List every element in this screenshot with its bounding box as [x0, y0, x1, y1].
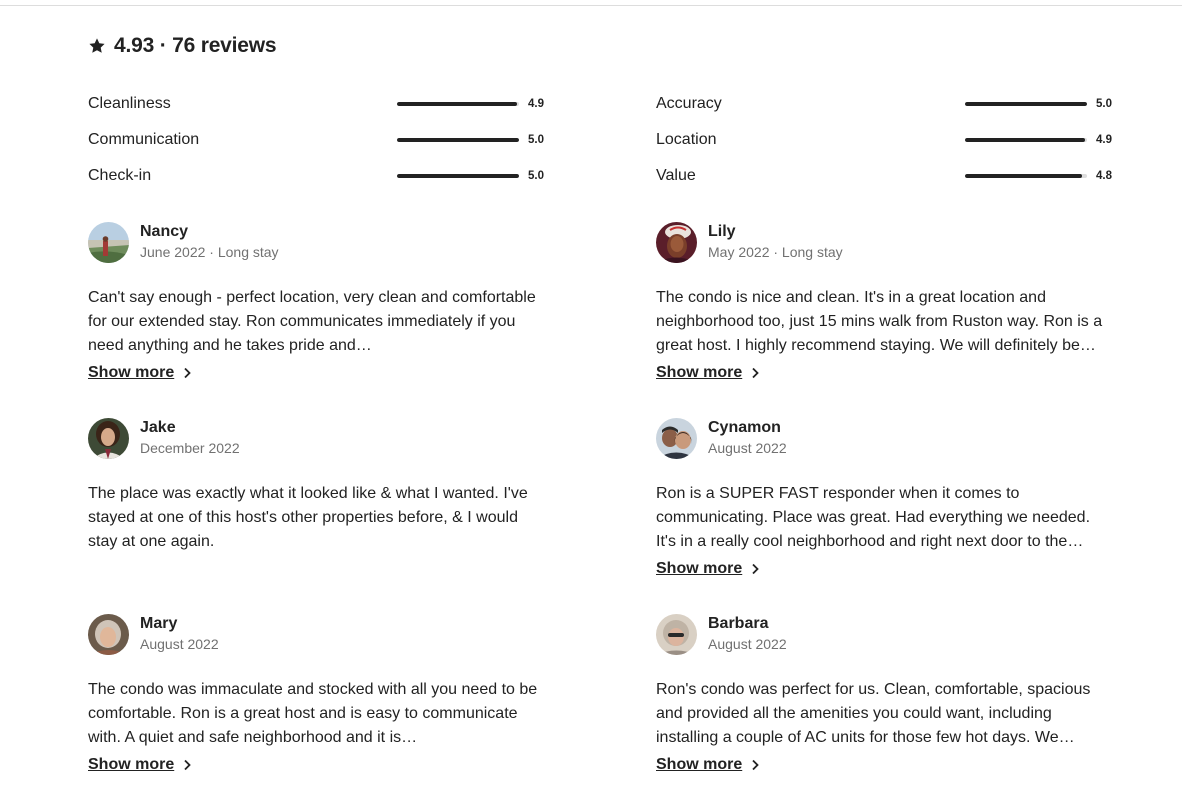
- review-card: Lily May 2022 · Long stay The condo is n…: [656, 220, 1111, 416]
- review-date: August 2022: [708, 440, 787, 456]
- reviewer: Lily May 2022 · Long stay: [656, 220, 1111, 264]
- rating-value: 5.0: [1096, 98, 1112, 110]
- reviewer: Jake December 2022: [88, 416, 543, 460]
- reviewer-name: Mary: [140, 615, 178, 632]
- reviewer-name: Barbara: [708, 615, 769, 632]
- review-text: Ron's condo was perfect for us. Clean, c…: [656, 681, 1091, 746]
- reviews-summary: 4.93 · 76 reviews: [88, 32, 277, 60]
- show-more-label: Show more: [656, 560, 743, 577]
- avatar[interactable]: [88, 221, 129, 263]
- rating-bar-fill: [397, 138, 519, 142]
- rating-cleanliness: Cleanliness 4.9: [88, 86, 546, 122]
- rating-bar: [397, 174, 519, 178]
- chevron-right-icon: [184, 367, 192, 379]
- review-date: May 2022 · Long stay: [708, 244, 843, 260]
- avatar[interactable]: [656, 417, 697, 459]
- rating-label: Check-in: [88, 167, 152, 184]
- rating-label: Cleanliness: [88, 95, 171, 112]
- review-date: June 2022 · Long stay: [140, 244, 279, 260]
- review-list: Nancy June 2022 · Long stay Can't say en…: [88, 220, 1118, 801]
- show-more-label: Show more: [656, 364, 743, 381]
- show-more-button[interactable]: Show more: [88, 756, 192, 774]
- rating-accuracy: Accuracy 5.0: [656, 86, 1114, 122]
- review-card: Mary August 2022 The condo was immaculat…: [88, 612, 543, 801]
- show-more-button[interactable]: Show more: [656, 364, 760, 382]
- review-text: The condo is nice and clean. It's in a g…: [656, 289, 1103, 354]
- review-card: Jake December 2022 The place was exactly…: [88, 416, 543, 612]
- review-text: Ron is a SUPER FAST responder when it co…: [656, 485, 1091, 550]
- chevron-right-icon: [752, 759, 760, 771]
- show-more-label: Show more: [656, 756, 743, 773]
- top-divider: [0, 5, 1182, 6]
- chevron-right-icon: [752, 367, 760, 379]
- show-more-button[interactable]: Show more: [656, 756, 760, 774]
- avatar[interactable]: [88, 613, 129, 655]
- review-card: Cynamon August 2022 Ron is a SUPER FAST …: [656, 416, 1111, 612]
- review-date: August 2022: [708, 636, 787, 652]
- rating-bar-fill: [965, 174, 1083, 178]
- star-icon: [89, 38, 105, 53]
- show-more-button[interactable]: Show more: [88, 364, 192, 382]
- rating-bar-fill: [965, 138, 1085, 142]
- rating-value-category: Value 4.8: [656, 158, 1114, 194]
- rating-label: Communication: [88, 131, 200, 148]
- avatar[interactable]: [88, 417, 129, 459]
- rating-value: 5.0: [528, 134, 544, 146]
- rating-value: 4.8: [1096, 170, 1112, 182]
- rating-label: Accuracy: [656, 95, 722, 112]
- reviewer: Barbara August 2022: [656, 612, 1111, 656]
- review-text: Can't say enough - perfect location, ver…: [88, 289, 536, 354]
- reviews-summary-title: 4.93 · 76 reviews: [114, 34, 277, 57]
- show-more-label: Show more: [88, 756, 175, 773]
- avatar[interactable]: [656, 613, 697, 655]
- reviewer-name: Lily: [708, 223, 736, 240]
- review-card: Nancy June 2022 · Long stay Can't say en…: [88, 220, 543, 416]
- reviewer-name: Cynamon: [708, 419, 781, 436]
- reviewer-name: Jake: [140, 419, 176, 436]
- review-text: The place was exactly what it looked lik…: [88, 485, 528, 550]
- rating-label: Location: [656, 131, 717, 148]
- rating-bar: [965, 138, 1087, 142]
- rating-bar-fill: [965, 102, 1087, 106]
- rating-value: 5.0: [528, 170, 544, 182]
- rating-location: Location 4.9: [656, 122, 1114, 158]
- rating-label: Value: [656, 167, 696, 184]
- reviewer: Cynamon August 2022: [656, 416, 1111, 460]
- chevron-right-icon: [184, 759, 192, 771]
- rating-value: 4.9: [1096, 134, 1112, 146]
- reviewer: Mary August 2022: [88, 612, 543, 656]
- rating-communication: Communication 5.0: [88, 122, 546, 158]
- review-text: The condo was immaculate and stocked wit…: [88, 681, 538, 746]
- chevron-right-icon: [752, 563, 760, 575]
- reviewer: Nancy June 2022 · Long stay: [88, 220, 543, 264]
- review-date: August 2022: [140, 636, 219, 652]
- review-card: Barbara August 2022 Ron's condo was perf…: [656, 612, 1111, 801]
- rating-bar: [965, 102, 1087, 106]
- rating-bar: [965, 174, 1087, 178]
- avatar[interactable]: [656, 221, 697, 263]
- rating-bar: [397, 102, 519, 106]
- rating-value: 4.9: [528, 98, 544, 110]
- rating-bar: [397, 138, 519, 142]
- reviewer-name: Nancy: [140, 223, 189, 240]
- category-ratings: Cleanliness 4.9 Accuracy 5.0 Communicati…: [88, 86, 1114, 194]
- show-more-label: Show more: [88, 364, 175, 381]
- rating-check-in: Check-in 5.0: [88, 158, 546, 194]
- review-date: December 2022: [140, 440, 240, 456]
- show-more-button[interactable]: Show more: [656, 560, 760, 578]
- rating-bar-fill: [397, 174, 519, 178]
- rating-bar-fill: [397, 102, 517, 106]
